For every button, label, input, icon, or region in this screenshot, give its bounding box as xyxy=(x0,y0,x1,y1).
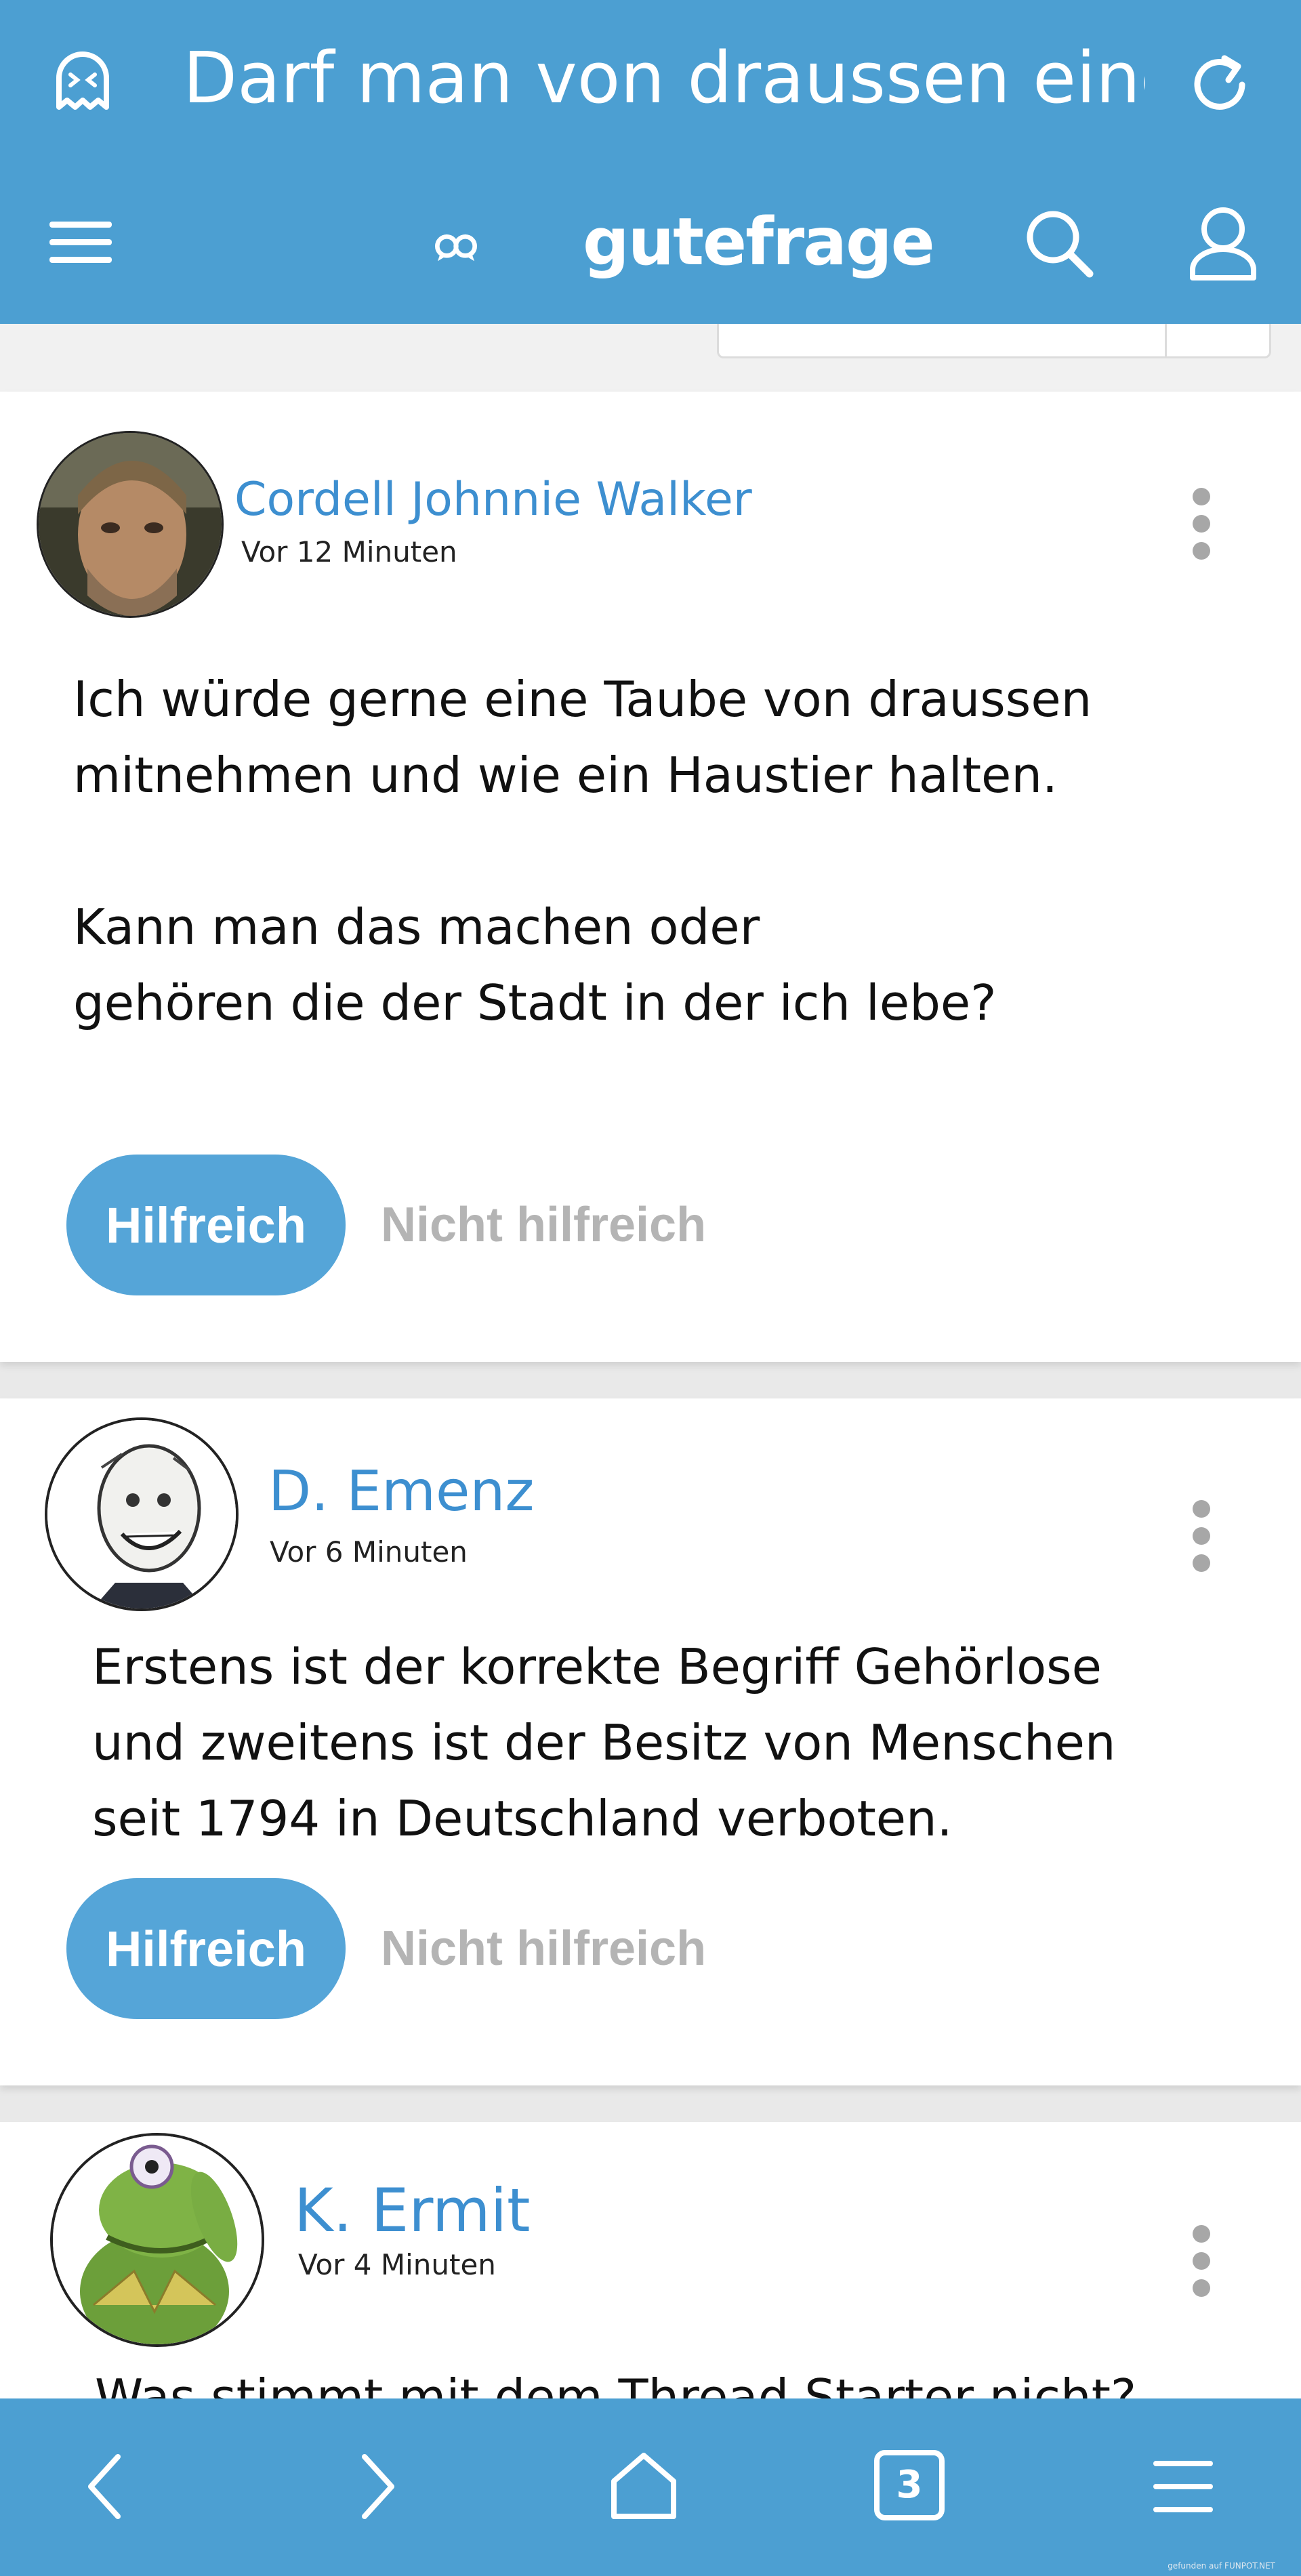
answer-card: K. Ermit Vor 4 Minuten Was stimmt mit de… xyxy=(0,2122,1301,2426)
post-time: Vor 12 Minuten xyxy=(241,535,457,568)
helpful-button[interactable]: Hilfreich xyxy=(66,1155,346,1295)
more-options-icon[interactable] xyxy=(1187,488,1214,569)
post-time: Vor 4 Minuten xyxy=(298,2248,496,2281)
avatar[interactable] xyxy=(37,431,224,618)
avatar[interactable] xyxy=(50,2133,264,2347)
back-icon[interactable] xyxy=(66,2446,148,2527)
reload-icon[interactable] xyxy=(1182,47,1257,122)
not-helpful-button[interactable]: Nicht hilfreich xyxy=(381,1155,706,1295)
top-bar: Darf man von draussen eine gutefrage xyxy=(0,0,1301,324)
tab-count: 3 xyxy=(896,2463,923,2507)
author-name[interactable]: Cordell Johnnie Walker xyxy=(234,472,752,528)
logo-text[interactable]: gutefrage xyxy=(583,198,935,286)
post-time: Vor 6 Minuten xyxy=(270,1535,468,1569)
ghost-icon[interactable] xyxy=(49,47,117,115)
forward-icon[interactable] xyxy=(335,2446,416,2527)
question-text: Ich würde gerne eine Taube von draussen … xyxy=(73,671,1092,1031)
answer-card: D. Emenz Vor 6 Minuten Erstens ist der k… xyxy=(0,1398,1301,2085)
search-icon[interactable] xyxy=(1022,203,1096,285)
gutefrage-logo-icon[interactable] xyxy=(434,201,583,295)
browser-nav-bar: 3 gefunden auf FUNPOT.NET xyxy=(0,2398,1301,2576)
user-icon[interactable] xyxy=(1186,203,1260,285)
more-options-icon[interactable] xyxy=(1187,2225,1214,2306)
not-helpful-button[interactable]: Nicht hilfreich xyxy=(381,1878,706,2019)
home-icon[interactable] xyxy=(603,2446,684,2527)
watermark: gefunden auf FUNPOT.NET xyxy=(1168,2561,1275,2571)
page-title: Darf man von draussen eine xyxy=(183,37,1145,119)
more-options-icon[interactable] xyxy=(1187,1500,1214,1581)
browser-menu-icon[interactable] xyxy=(1142,2446,1224,2527)
author-name[interactable]: K. Ermit xyxy=(294,2174,531,2248)
helpful-button[interactable]: Hilfreich xyxy=(66,1878,346,2019)
sub-header-strip xyxy=(0,324,1301,392)
answer-text: Erstens ist der korrekte Begriff Gehörlo… xyxy=(92,1638,1116,1847)
avatar[interactable] xyxy=(45,1417,239,1611)
tabs-icon[interactable]: 3 xyxy=(874,2450,945,2520)
question-card: Cordell Johnnie Walker Vor 12 Minuten Ic… xyxy=(0,392,1301,1362)
menu-icon[interactable] xyxy=(46,210,117,274)
partial-control xyxy=(717,324,1271,358)
author-name[interactable]: D. Emenz xyxy=(268,1458,534,1526)
